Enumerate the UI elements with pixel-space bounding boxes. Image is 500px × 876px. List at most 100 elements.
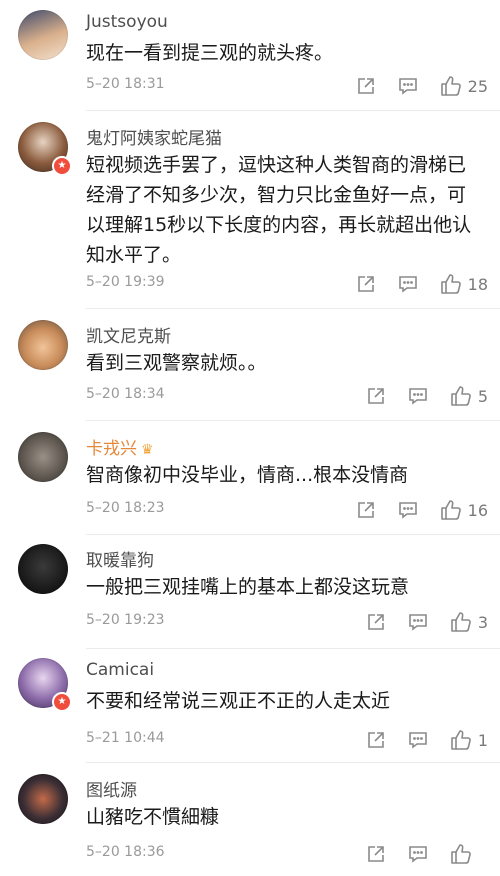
share-icon <box>357 78 374 94</box>
like-button[interactable]: 5 <box>450 385 488 407</box>
like-button[interactable]: 25 <box>440 75 488 97</box>
reply-button[interactable] <box>408 730 428 750</box>
avatar[interactable] <box>18 320 68 370</box>
like-count: 25 <box>467 76 488 96</box>
like-count: 18 <box>467 274 488 294</box>
username[interactable]: 卡戎兴 ♛ <box>86 434 154 459</box>
timestamp: 5–20 18:31 <box>86 76 165 92</box>
avatar[interactable] <box>18 774 68 824</box>
comment-actions: 18 <box>334 272 488 296</box>
reply-icon <box>398 502 417 519</box>
verified-badge-icon: ★ <box>52 156 72 176</box>
thumbs-up-icon <box>451 844 471 864</box>
comment-actions: 3 <box>344 610 488 634</box>
reply-button[interactable] <box>398 500 418 520</box>
username-text: 卡戎兴 <box>86 439 137 459</box>
comment-text: 山豬吃不慣細糠 <box>86 806 220 828</box>
share-icon <box>368 732 384 748</box>
share-icon <box>368 614 384 630</box>
comment-item: Justsoyou 现在一看到提三观的就头疼。 5–20 18:31 25 <box>0 0 500 112</box>
comment-item: ★ Camicai 不要和经常说三观正不正的人走太近 5–21 10:44 1 <box>0 648 500 764</box>
comment-actions: 16 <box>334 498 488 522</box>
like-button[interactable]: 1 <box>450 729 488 751</box>
like-button[interactable]: 18 <box>440 273 488 295</box>
share-button[interactable] <box>366 844 386 864</box>
reply-icon <box>409 732 427 749</box>
share-icon <box>368 388 384 404</box>
reply-button[interactable] <box>408 844 428 864</box>
comment-item: 图纸源 山豬吃不慣細糠 5–20 18:36 <box>0 764 500 876</box>
like-button[interactable]: 16 <box>440 499 488 521</box>
reply-button[interactable] <box>398 76 418 96</box>
comment-text: 不要和经常说三观正不正的人走太近 <box>86 690 391 712</box>
comment-meta: 5–20 18:23 16 <box>86 498 488 522</box>
like-count: 3 <box>477 612 488 632</box>
reply-icon <box>409 846 427 863</box>
avatar[interactable] <box>18 432 68 482</box>
reply-button[interactable] <box>408 612 428 632</box>
share-icon <box>357 502 374 518</box>
reply-icon <box>409 614 427 631</box>
comment-text: 一般把三观挂嘴上的基本上都没这玩意 <box>86 576 410 598</box>
reply-icon <box>398 276 417 293</box>
comment-meta: 5–20 18:31 25 <box>86 74 488 98</box>
avatar[interactable] <box>18 544 68 594</box>
divider <box>86 762 500 763</box>
comment-actions: 5 <box>344 384 488 408</box>
timestamp: 5–20 19:23 <box>86 612 165 628</box>
thumbs-up-icon <box>451 386 471 406</box>
share-icon <box>368 846 384 862</box>
timestamp: 5–20 19:39 <box>86 274 165 290</box>
like-count: 16 <box>467 500 488 520</box>
timestamp: 5–20 18:23 <box>86 500 165 516</box>
comment-text: 智商像初中没毕业，情商...根本没情商 <box>86 464 409 486</box>
timestamp: 5–20 18:36 <box>86 844 165 860</box>
share-button[interactable] <box>366 730 386 750</box>
thumbs-up-icon <box>440 76 461 96</box>
timestamp: 5–21 10:44 <box>86 730 165 746</box>
comment-list: Justsoyou 现在一看到提三观的就头疼。 5–20 18:31 25 ★ … <box>0 0 500 876</box>
share-button[interactable] <box>366 612 386 632</box>
username[interactable]: 图纸源 <box>86 776 137 801</box>
username[interactable]: 鬼灯阿姨家蛇尾猫 <box>86 124 222 149</box>
comment-text: 短视频选手罢了，逗快这种人类智商的滑梯已经滑了不知多少次，智力只比金鱼好一点，可… <box>86 154 472 266</box>
timestamp: 5–20 18:34 <box>86 386 165 402</box>
username[interactable]: Camicai <box>86 660 154 680</box>
username[interactable]: Justsoyou <box>86 12 168 32</box>
like-count: 1 <box>477 730 488 750</box>
like-button[interactable]: 3 <box>450 611 488 633</box>
reply-icon <box>409 388 427 405</box>
thumbs-up-icon <box>440 274 461 294</box>
comment-meta: 5–20 19:23 3 <box>86 610 488 634</box>
divider <box>86 308 500 309</box>
comment-item: 取暖靠狗 一般把三观挂嘴上的基本上都没这玩意 5–20 19:23 3 <box>0 534 500 649</box>
comment-actions: 1 <box>344 728 488 752</box>
thumbs-up-icon <box>440 500 461 520</box>
share-button[interactable] <box>366 386 386 406</box>
divider <box>86 420 500 421</box>
like-button[interactable] <box>450 843 488 865</box>
comment-actions: 25 <box>334 74 488 98</box>
crown-icon: ♛ <box>141 442 154 458</box>
comment-meta: 5–20 18:36 <box>86 842 488 866</box>
thumbs-up-icon <box>451 612 471 632</box>
comment-meta: 5–21 10:44 1 <box>86 728 488 752</box>
share-button[interactable] <box>356 76 376 96</box>
divider <box>86 110 500 111</box>
comment-text: 看到三观警察就烦。。 <box>86 352 267 374</box>
comment-item: 卡戎兴 ♛ 智商像初中没毕业，情商...根本没情商 5–20 18:23 16 <box>0 422 500 535</box>
comment-meta: 5–20 18:34 5 <box>86 384 488 408</box>
comment-item: ★ 鬼灯阿姨家蛇尾猫 短视频选手罢了，逗快这种人类智商的滑梯已经滑了不知多少次，… <box>0 112 500 310</box>
username[interactable]: 凯文尼克斯 <box>86 322 171 347</box>
comment-item: 凯文尼克斯 看到三观警察就烦。。 5–20 18:34 5 <box>0 310 500 422</box>
reply-button[interactable] <box>398 274 418 294</box>
like-count: 5 <box>477 386 488 406</box>
comment-meta: 5–20 19:39 18 <box>86 272 488 296</box>
reply-button[interactable] <box>408 386 428 406</box>
comment-text: 现在一看到提三观的就头疼。 <box>86 42 334 64</box>
username[interactable]: 取暖靠狗 <box>86 546 154 571</box>
share-button[interactable] <box>356 500 376 520</box>
verified-badge-icon: ★ <box>52 692 72 712</box>
share-button[interactable] <box>356 274 376 294</box>
avatar[interactable] <box>18 10 68 60</box>
